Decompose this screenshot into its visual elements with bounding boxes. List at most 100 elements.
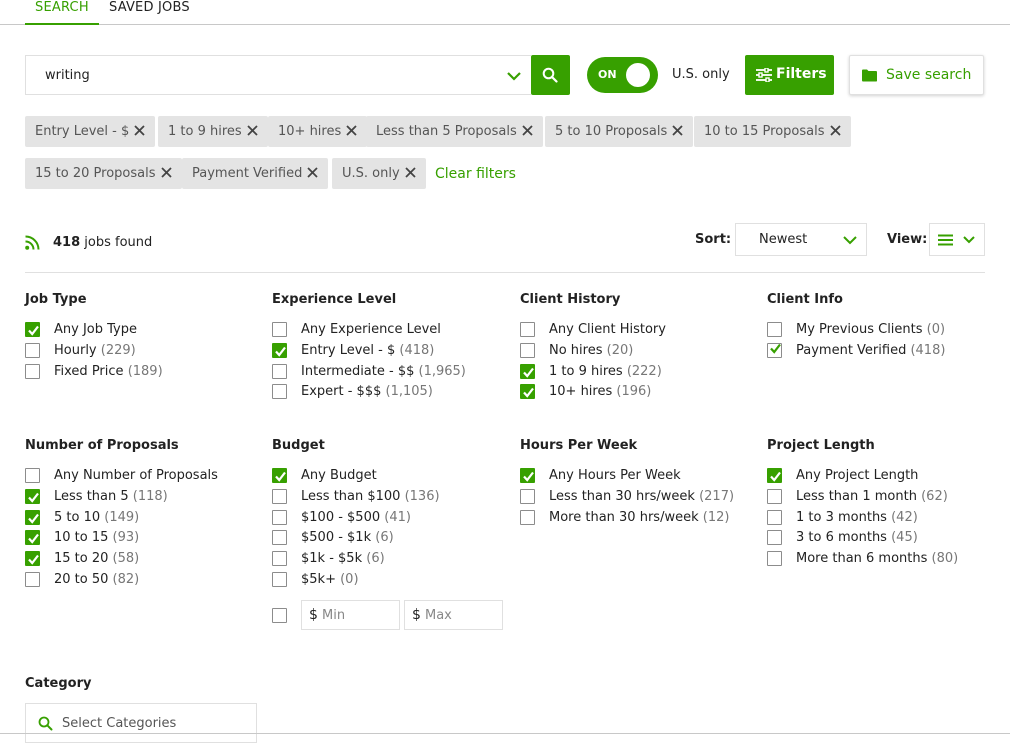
checkbox[interactable] (767, 551, 782, 566)
us-only-toggle[interactable]: ON (587, 57, 658, 93)
close-icon[interactable] (346, 125, 357, 136)
close-icon[interactable] (307, 167, 318, 178)
checkbox[interactable] (767, 468, 782, 483)
chip-label: 1 to 9 hires (168, 124, 242, 139)
filter-option-text: Any Job Type (54, 322, 137, 337)
filter-group-title-job-type: Job Type (25, 292, 87, 307)
checkbox[interactable] (767, 510, 782, 525)
checkmark-icon (28, 492, 39, 503)
filter-option-count: (0) (926, 322, 946, 337)
search-input[interactable] (26, 56, 496, 94)
jobs-found-count: 418 jobs found (53, 235, 152, 250)
tab-saved-jobs[interactable]: SAVED JOBS (109, 0, 190, 25)
close-icon[interactable] (522, 125, 533, 136)
filter-option-label: 1 to 3 months (796, 510, 887, 525)
chevron-down-icon[interactable] (505, 67, 523, 85)
checkbox[interactable] (767, 343, 782, 358)
checkbox[interactable] (272, 510, 287, 525)
checkbox[interactable] (272, 364, 287, 379)
close-icon[interactable] (829, 125, 841, 136)
filter-option-label: Any Job Type (54, 322, 137, 337)
filter-chip[interactable]: 5 to 10 Proposals (545, 116, 694, 147)
checkbox[interactable] (272, 384, 287, 399)
filter-option-count: (42) (891, 510, 918, 525)
filter-chip[interactable]: 10 to 15 Proposals (694, 116, 851, 147)
filters-button[interactable]: Filters (745, 55, 834, 95)
checkbox[interactable] (520, 343, 535, 358)
close-icon[interactable] (405, 167, 416, 178)
checkbox[interactable] (520, 384, 535, 399)
us-only-label: U.S. only (672, 67, 730, 82)
filter-chip[interactable]: Entry Level - $ (25, 116, 156, 147)
filter-chip[interactable]: U.S. only (332, 158, 426, 189)
filter-option-text: Intermediate - $$ (1,965) (301, 364, 466, 379)
filter-chip[interactable]: 10+ hires (268, 116, 368, 147)
checkbox[interactable] (520, 489, 535, 504)
budget-max-input[interactable] (425, 606, 495, 624)
close-icon[interactable] (134, 125, 145, 136)
checkbox[interactable] (25, 489, 40, 504)
close-icon[interactable] (672, 125, 683, 136)
checkbox[interactable] (272, 572, 287, 587)
filter-chip[interactable]: Less than 5 Proposals (366, 116, 543, 147)
checkbox[interactable] (25, 322, 40, 337)
close-icon[interactable] (160, 167, 172, 178)
filter-option-label: 5 to 10 (54, 510, 101, 525)
chip-label: 10+ hires (278, 124, 342, 139)
checkbox[interactable] (25, 572, 40, 587)
checkbox[interactable] (272, 530, 287, 545)
checkbox[interactable] (767, 489, 782, 504)
checkbox[interactable] (25, 364, 40, 379)
filter-option-text: More than 6 months (80) (796, 551, 958, 566)
filter-option-text: Any Number of Proposals (54, 468, 218, 483)
checkbox[interactable] (25, 468, 40, 483)
tab-search[interactable]: SEARCH (25, 0, 99, 25)
checkbox[interactable] (272, 468, 287, 483)
sort-select[interactable]: Newest (735, 223, 867, 256)
filter-chip[interactable]: Payment Verified (182, 158, 329, 189)
filter-option-count: (136) (404, 489, 440, 504)
checkbox[interactable] (272, 489, 287, 504)
checkbox[interactable] (767, 322, 782, 337)
checkbox[interactable] (767, 530, 782, 545)
close-icon[interactable] (247, 125, 258, 136)
filter-option-text: Less than 1 month (62) (796, 489, 948, 504)
checkbox[interactable] (520, 322, 535, 337)
checkbox[interactable] (272, 551, 287, 566)
filter-option-count: (217) (699, 489, 735, 504)
checkbox[interactable] (520, 364, 535, 379)
search-icon (38, 716, 53, 731)
checkbox[interactable] (25, 551, 40, 566)
budget-min-input[interactable] (322, 606, 392, 624)
view-select[interactable] (929, 223, 985, 256)
filter-chip[interactable]: 15 to 20 Proposals (25, 158, 182, 189)
checkbox[interactable] (520, 510, 535, 525)
checkmark-icon (28, 554, 39, 565)
checkbox[interactable] (25, 530, 40, 545)
budget-max-field[interactable]: $ (404, 600, 503, 630)
checkbox[interactable] (272, 322, 287, 337)
filter-option-count: (20) (606, 343, 634, 358)
filter-option-text: Fixed Price (189) (54, 364, 163, 379)
filter-option-label: 20 to 50 (54, 572, 109, 587)
filter-option-count: (189) (127, 364, 163, 379)
search-button[interactable] (531, 55, 570, 95)
filter-option-text: Payment Verified (418) (796, 343, 945, 358)
save-search-button[interactable]: Save search (849, 55, 984, 95)
checkbox[interactable] (520, 468, 535, 483)
rss-icon[interactable] (25, 235, 40, 250)
checkbox[interactable] (272, 343, 287, 358)
checkbox[interactable] (272, 608, 287, 623)
filter-option-text: Hourly (229) (54, 343, 136, 358)
filter-option-label: Hourly (54, 343, 97, 358)
filter-option-text: Less than 5 (118) (54, 489, 168, 504)
budget-min-field[interactable]: $ (301, 600, 400, 630)
chip-label: 5 to 10 Proposals (555, 124, 668, 139)
checkbox[interactable] (25, 343, 40, 358)
filter-chip[interactable]: 1 to 9 hires (158, 116, 268, 147)
category-select[interactable]: Select Categories (25, 703, 257, 743)
clear-filters-link[interactable]: Clear filters (435, 166, 516, 182)
checkbox[interactable] (25, 510, 40, 525)
filter-option-text: $1k - $5k (6) (301, 551, 385, 566)
checkmark-icon (770, 343, 781, 354)
